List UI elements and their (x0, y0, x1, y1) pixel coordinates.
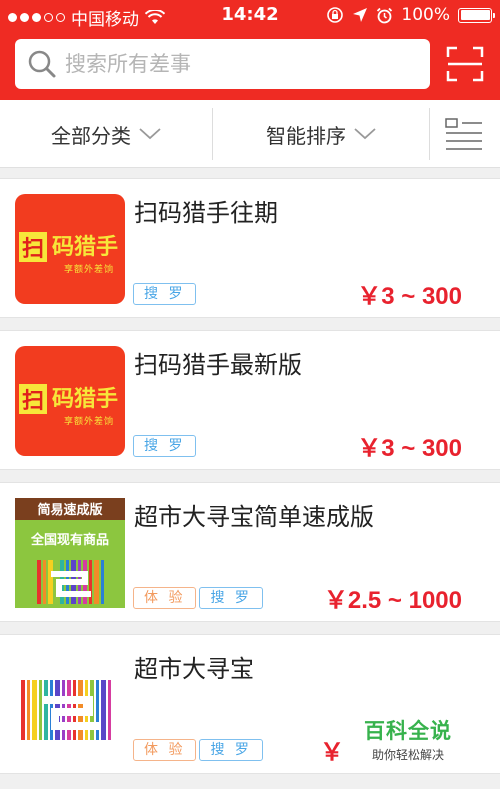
item-price: ￥3 ~ 300 (357, 435, 462, 462)
item-title: 超市大寻宝简单速成版 (134, 503, 374, 531)
list-item[interactable]: 扫 码猎手 享额外差饷 扫码猎手最新版 搜 罗 ￥3 ~ 300 (0, 330, 500, 470)
item-price: ￥ (320, 739, 344, 766)
orientation-lock-icon (327, 7, 344, 23)
item-title: 扫码猎手往期 (134, 199, 278, 227)
sort-filter-label: 智能排序 (266, 123, 346, 148)
tag-badge: 搜 罗 (133, 283, 197, 305)
item-thumbnail: 扫 码猎手 享额外差饷 (15, 194, 125, 304)
tag-group: 体 验 搜 罗 (133, 739, 263, 761)
tag-badge: 搜 罗 (199, 739, 263, 761)
tag-badge: 体 验 (133, 739, 197, 761)
tag-group: 搜 罗 (133, 283, 197, 305)
item-price: ￥3 ~ 300 (357, 283, 462, 310)
item-title: 超市大寻宝 (134, 655, 254, 683)
item-thumbnail (15, 650, 125, 760)
thumb-main-text: 码猎手 (52, 387, 118, 412)
item-price: ￥2.5 ~ 1000 (323, 587, 462, 614)
thumb-main-text: 码猎手 (52, 235, 118, 260)
status-bar: 中国移动 14:42 100% (0, 0, 500, 32)
category-filter-dropdown[interactable]: 全部分类 (0, 100, 212, 168)
search-input[interactable] (65, 52, 405, 76)
item-thumbnail: 简易速成版 全国现有商品 (15, 498, 125, 608)
watermark: 百科全说 助你轻松解决 (358, 715, 458, 763)
supermarket-treasure-logo (15, 650, 125, 760)
location-icon (353, 8, 368, 22)
watermark-title: 百科全说 (364, 719, 452, 743)
battery-icon (458, 7, 495, 23)
thumb-icon-char: 扫 (22, 389, 44, 414)
scan-hunter-logo: 扫 码猎手 享额外差饷 (15, 194, 125, 304)
tag-group: 体 验 搜 罗 (133, 587, 263, 609)
search-icon (28, 50, 56, 78)
battery-percent: 100% (401, 5, 450, 25)
app-screen: 中国移动 14:42 100% 搜索所有差事 全部分类 智能排序 扫 码猎手 享… (0, 0, 500, 789)
category-filter-label: 全部分类 (51, 123, 131, 148)
list-item[interactable]: 扫 码猎手 享额外差饷 扫码猎手往期 搜 罗 ￥3 ~ 300 (0, 178, 500, 318)
scan-hunter-logo: 扫 码猎手 享额外差饷 (15, 346, 125, 456)
scan-icon[interactable] (446, 46, 484, 82)
thumb-sub-text: 享额外差饷 (64, 263, 114, 275)
item-thumbnail: 扫 码猎手 享额外差饷 (15, 346, 125, 456)
thumb-mid-text: 全国现有商品 (30, 532, 109, 548)
tag-group: 搜 罗 (133, 435, 197, 457)
list-view-icon[interactable] (444, 117, 484, 153)
watermark-subtitle: 助你轻松解决 (371, 748, 444, 762)
tag-badge: 体 验 (133, 587, 197, 609)
thumb-top-text: 简易速成版 (37, 502, 102, 518)
status-right: 100% (326, 5, 495, 25)
tag-badge: 搜 罗 (133, 435, 197, 457)
chevron-down-icon (139, 128, 161, 140)
filter-bar: 全部分类 智能排序 (0, 100, 500, 168)
divider (429, 108, 430, 160)
thumb-icon-char: 扫 (22, 237, 44, 262)
item-title: 扫码猎手最新版 (134, 351, 302, 379)
supermarket-treasure-logo: 简易速成版 全国现有商品 (15, 498, 125, 608)
list-item[interactable]: 简易速成版 全国现有商品 超市大寻宝简单速成版 体 验 搜 罗 ￥2.5 ~ 1… (0, 482, 500, 622)
tag-badge: 搜 罗 (199, 587, 263, 609)
thumb-sub-text: 享额外差饷 (64, 415, 114, 427)
sort-filter-dropdown[interactable]: 智能排序 (213, 100, 429, 168)
alarm-icon (377, 7, 393, 23)
task-list: 扫 码猎手 享额外差饷 扫码猎手往期 搜 罗 ￥3 ~ 300 扫 码猎手 享额… (0, 178, 500, 786)
chevron-down-icon (354, 128, 376, 140)
search-box[interactable] (15, 39, 430, 89)
header: 中国移动 14:42 100% 搜索所有差事 (0, 0, 500, 100)
